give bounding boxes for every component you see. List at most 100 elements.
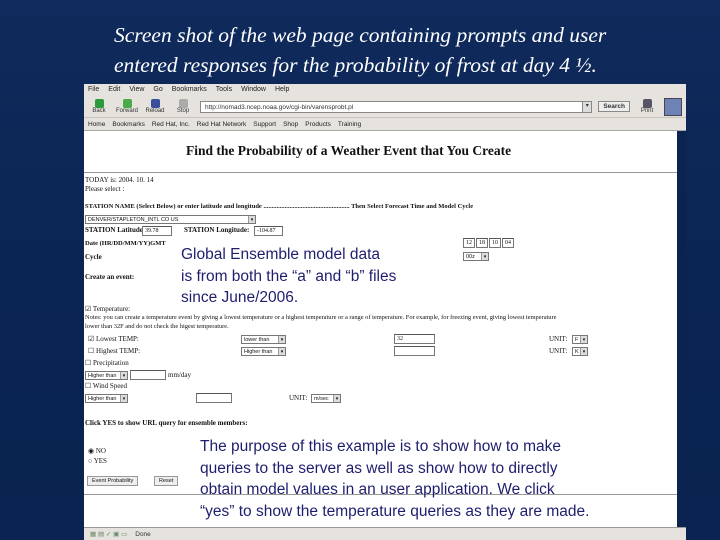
bookmark-training[interactable]: Training (338, 121, 361, 128)
url-input[interactable]: http://nomad3.ncep.noaa.gov/cgi-bin/vare… (200, 100, 593, 113)
wind-label: Wind Speed (92, 382, 128, 390)
date-hour-input[interactable]: 12 (463, 238, 475, 248)
latitude-input[interactable]: 39.78 (142, 226, 172, 236)
stop-icon (178, 99, 188, 108)
date-month-input[interactable]: 10 (489, 238, 501, 248)
no-radio[interactable]: ◉ NO (88, 447, 106, 455)
overlay-line: since June/2006. (181, 289, 299, 306)
precip-input[interactable] (130, 370, 166, 380)
scrollbar[interactable] (677, 131, 686, 527)
lowest-op-select[interactable]: lower than ▾ (241, 335, 286, 344)
bookmarks-bar: Home Bookmarks Red Hat, Inc. Red Hat Net… (84, 118, 686, 131)
chevron-down-icon[interactable]: ▾ (582, 101, 592, 112)
slide-title: Screen shot of the web page containing p… (114, 20, 606, 80)
temperature-label: Temperature: (92, 305, 131, 313)
overlay-line: “yes” to show the temperature queries as… (200, 502, 590, 520)
date-year-input[interactable]: 04 (502, 238, 514, 248)
stop-label: Stop (176, 108, 190, 114)
menu-view[interactable]: View (129, 86, 144, 94)
temperature-checkbox[interactable]: ☑ Temperature: (85, 305, 130, 313)
today-text: TODAY is: 2004. 10. 14 (85, 176, 154, 184)
precip-checkbox[interactable]: ☐ Precipitation (85, 359, 129, 367)
menu-go[interactable]: Go (153, 86, 162, 94)
highest-unit-select[interactable]: K ▾ (572, 347, 588, 356)
forward-button[interactable]: Forward (116, 99, 138, 114)
print-label: Print (640, 108, 654, 114)
bookmark-bookmarks[interactable]: Bookmarks (112, 121, 145, 128)
stop-button[interactable]: Stop (172, 99, 194, 114)
unit-label: UNIT: (549, 347, 568, 355)
wind-unit-select[interactable]: m/sec ▾ (311, 394, 341, 403)
reset-button[interactable]: Reset (154, 476, 179, 486)
station-select[interactable]: DENVER/STAPLETON_INTL CO US ▾ (85, 215, 256, 224)
wind-checkbox[interactable]: ☐ Wind Speed (85, 382, 127, 390)
date-label: Date (HR/DD/MM/YY)GMT (85, 240, 166, 247)
chevron-down-icon: ▾ (120, 372, 127, 379)
reload-label: Reload (145, 108, 165, 114)
title-line: Screen shot of the web page containing p… (114, 23, 607, 47)
lowest-temp-input[interactable]: 32 (394, 334, 435, 344)
overlay-line: obtain model values in an user applicati… (200, 481, 555, 498)
notes-text-2: lower than 32F and do not check the hige… (85, 323, 229, 330)
yes-prompt: Click YES to show URL query for ensemble… (85, 419, 248, 427)
highest-temp-label: Highest TEMP: (96, 347, 141, 355)
precip-op-value: Higher than (88, 373, 117, 379)
longitude-input[interactable]: -104.87 (254, 226, 283, 236)
chevron-down-icon: ▾ (120, 395, 127, 402)
highest-op-select[interactable]: Higher than ▾ (241, 347, 286, 356)
bookmark-support[interactable]: Support (253, 121, 276, 128)
event-probability-button[interactable]: Event Probability (87, 476, 139, 486)
bookmark-shop[interactable]: Shop (283, 121, 298, 128)
precip-label: Precipitation (93, 359, 129, 367)
back-button[interactable]: Back (88, 99, 110, 114)
bookmark-redhat-network[interactable]: Red Hat Network (197, 121, 247, 128)
menu-edit[interactable]: Edit (108, 86, 120, 94)
lowest-temp-checkbox[interactable]: ☑ Lowest TEMP: (88, 335, 139, 343)
menu-bookmarks[interactable]: Bookmarks (172, 86, 207, 94)
chevron-down-icon: ▾ (580, 336, 587, 343)
date-day-input[interactable]: 18 (476, 238, 488, 248)
cycle-select[interactable]: 00z ▾ (463, 252, 489, 261)
yes-radio[interactable]: ○ YES (88, 457, 107, 465)
wind-op-select[interactable]: Higher than ▾ (85, 394, 128, 403)
reload-icon (150, 99, 160, 108)
precip-unit: mm/day (168, 371, 191, 379)
bookmark-products[interactable]: Products (305, 121, 331, 128)
precip-op-select[interactable]: Higher than ▾ (85, 371, 128, 380)
yes-label: YES (93, 457, 107, 465)
highest-temp-checkbox[interactable]: ☐ Highest TEMP: (88, 347, 140, 355)
search-button[interactable]: Search (598, 101, 630, 112)
forward-label: Forward (116, 108, 139, 114)
menu-help[interactable]: Help (275, 86, 289, 94)
lowest-unit-select[interactable]: F ▾ (572, 335, 588, 344)
menu-bar: File Edit View Go Bookmarks Tools Window… (84, 84, 686, 96)
menu-tools[interactable]: Tools (216, 86, 232, 94)
page-heading: Find the Probability of a Weather Event … (186, 143, 512, 158)
wind-unit-value: m/sec (314, 396, 329, 402)
url-text: http://nomad3.ncep.noaa.gov/cgi-bin/vare… (205, 103, 354, 111)
menu-file[interactable]: File (88, 86, 99, 94)
cycle-label: Cycle (85, 253, 102, 261)
lon-label: STATION Longitude: (184, 226, 250, 234)
no-label: NO (95, 447, 106, 455)
forward-arrow-icon (122, 99, 132, 108)
overlay-line: is from both the “a” and “b” files (181, 267, 397, 285)
lat-label: STATION Latitude: (85, 226, 146, 234)
bookmark-redhat[interactable]: Red Hat, Inc. (152, 121, 190, 128)
bookmark-home[interactable]: Home (88, 121, 105, 128)
create-event-label: Create an event: (85, 273, 135, 281)
chevron-down-icon: ▾ (278, 336, 285, 343)
wind-input[interactable] (196, 393, 232, 403)
highest-temp-input[interactable] (394, 346, 435, 356)
title-line: entered responses for the probability of… (114, 53, 597, 77)
overlay-note-purpose: The purpose of this example is to show h… (200, 436, 589, 522)
cycle-value: 00z (466, 254, 475, 260)
overlay-line: queries to the server as well as show ho… (200, 459, 558, 477)
back-label: Back (92, 108, 106, 114)
print-button[interactable]: Print (636, 99, 658, 114)
menu-window[interactable]: Window (241, 86, 266, 94)
reload-button[interactable]: Reload (144, 99, 166, 114)
overlay-line: The purpose of this example is to show h… (200, 438, 561, 455)
divider (84, 172, 677, 173)
chevron-down-icon: ▾ (481, 253, 488, 260)
